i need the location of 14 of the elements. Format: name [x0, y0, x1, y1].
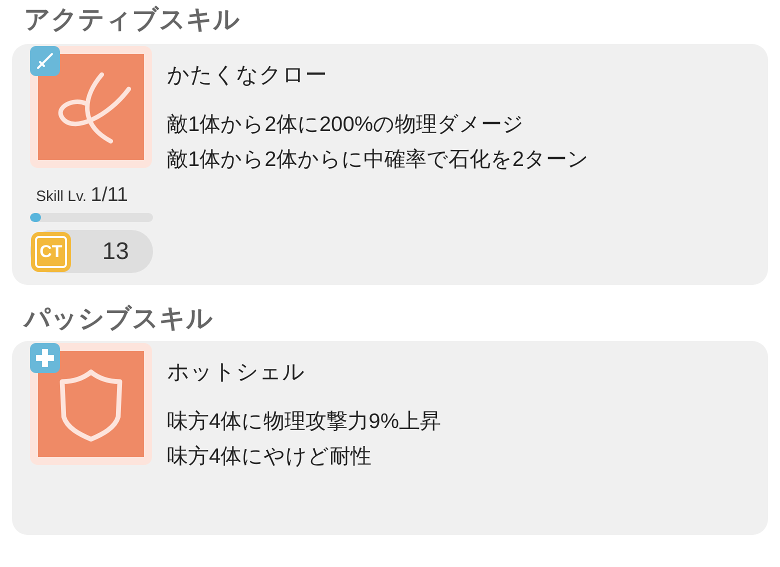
skill-level-label: Skill Lv.: [36, 187, 87, 207]
section-heading: アクティブスキル: [23, 3, 241, 36]
plus-icon: [30, 343, 60, 373]
skill-effect: 敵1体から2体からに中確率で石化を2ターン: [167, 147, 590, 173]
skill-level-value: 1/11: [90, 183, 128, 208]
skill-effect: 敵1体から2体に200%の物理ダメージ: [167, 112, 526, 138]
cooldown-value: 13: [102, 236, 129, 266]
section-heading: パッシブスキル: [22, 302, 214, 335]
ct-badge: CT: [31, 232, 71, 272]
skill-name: かたくなクロー: [167, 61, 328, 89]
sword-icon: [30, 46, 60, 76]
skill-effect: 味方4体にやけど耐性: [167, 444, 373, 470]
skill-name: ホットシェル: [167, 358, 306, 386]
skill-effect: 味方4体に物理攻撃力9%上昇: [167, 409, 442, 435]
